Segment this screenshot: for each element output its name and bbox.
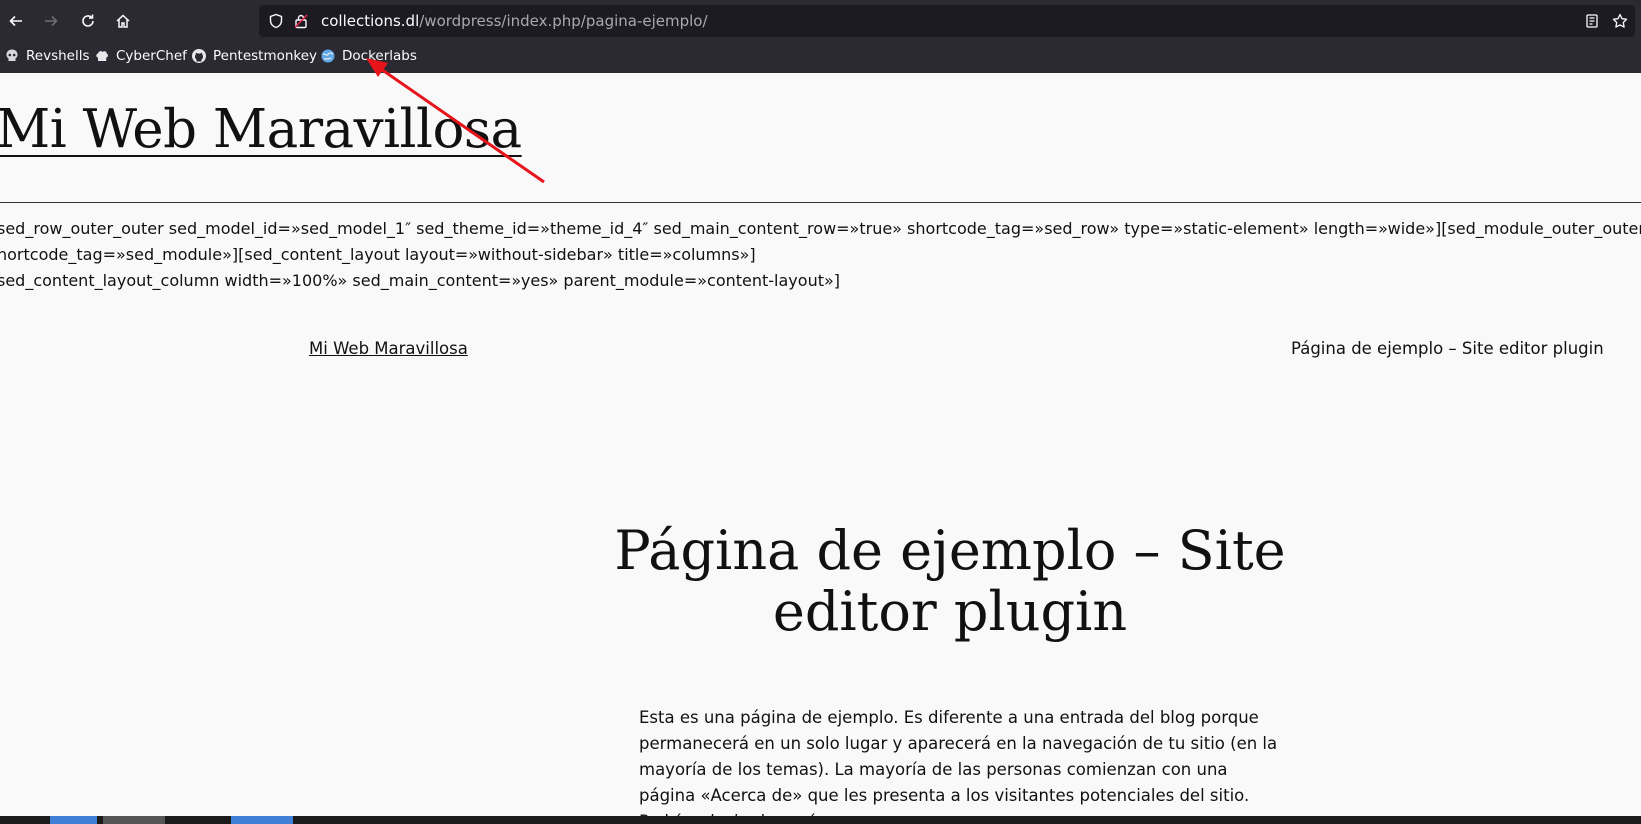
breadcrumb-current-page: Página de ejemplo – Site editor plugin: [1291, 339, 1604, 358]
bookmark-label: Pentestmonkey: [213, 48, 318, 64]
github-icon: [191, 48, 207, 64]
raw-shortcode-text: sed_row_outer_outer sed_model_id=»sed_mo…: [0, 216, 1641, 294]
back-button[interactable]: [5, 10, 27, 32]
forward-arrow-icon: [45, 15, 58, 27]
skull-icon: [4, 48, 20, 64]
bookmark-label: Dockerlabs: [342, 48, 417, 64]
insecure-lock-icon[interactable]: [293, 13, 309, 33]
globe-icon: [320, 48, 336, 64]
taskbar: [0, 816, 1641, 824]
shield-icon[interactable]: [268, 13, 284, 33]
bookmark-dockerlabs[interactable]: Dockerlabs: [320, 48, 417, 64]
bookmark-label: CyberChef: [116, 48, 187, 64]
taskbar-item[interactable]: [103, 816, 165, 824]
shortcode-line: sed_row_outer_outer sed_model_id=»sed_mo…: [0, 219, 1641, 238]
home-icon: [116, 14, 130, 28]
chef-hat-icon: [94, 48, 110, 64]
reload-button[interactable]: [77, 10, 99, 32]
url-text[interactable]: collections.dl/wordpress/index.php/pagin…: [321, 5, 708, 37]
url-host: collections.dl: [321, 12, 420, 30]
reader-view-icon[interactable]: [1584, 13, 1600, 33]
taskbar-item[interactable]: [50, 816, 97, 824]
page-content: Mi Web Maravillosa sed_row_outer_outer s…: [0, 73, 1641, 816]
reload-icon: [82, 14, 94, 27]
url-path: /wordpress/index.php/pagina-ejemplo/: [419, 12, 708, 30]
header-divider: [0, 202, 1641, 203]
url-bar[interactable]: collections.dl/wordpress/index.php/pagin…: [259, 5, 1635, 37]
forward-button[interactable]: [40, 10, 62, 32]
home-button[interactable]: [112, 10, 134, 32]
page-body-text: Esta es una página de ejemplo. Es difere…: [639, 708, 1278, 816]
shortcode-line: hortcode_tag=»sed_module»][sed_content_l…: [0, 245, 756, 264]
back-arrow-icon: [9, 15, 22, 27]
bookmark-cyberchef[interactable]: CyberChef: [94, 48, 187, 64]
breadcrumb-home-link[interactable]: Mi Web Maravillosa: [309, 339, 468, 358]
bookmarks-bar: Revshells CyberChef Pentestmonkey Docker…: [0, 42, 1641, 73]
page-title: Página de ejemplo – Site editor plugin: [614, 519, 1286, 643]
bookmark-revshells[interactable]: Revshells: [4, 48, 90, 64]
bookmark-star-icon[interactable]: [1612, 13, 1628, 33]
browser-toolbar: collections.dl/wordpress/index.php/pagin…: [0, 0, 1641, 42]
bookmark-label: Revshells: [26, 48, 90, 64]
shortcode-line: sed_content_layout_column width=»100%» s…: [0, 271, 841, 290]
taskbar-item[interactable]: [231, 816, 293, 824]
bookmark-pentestmonkey[interactable]: Pentestmonkey: [191, 48, 317, 64]
site-title-link[interactable]: Mi Web Maravillosa: [0, 99, 522, 160]
